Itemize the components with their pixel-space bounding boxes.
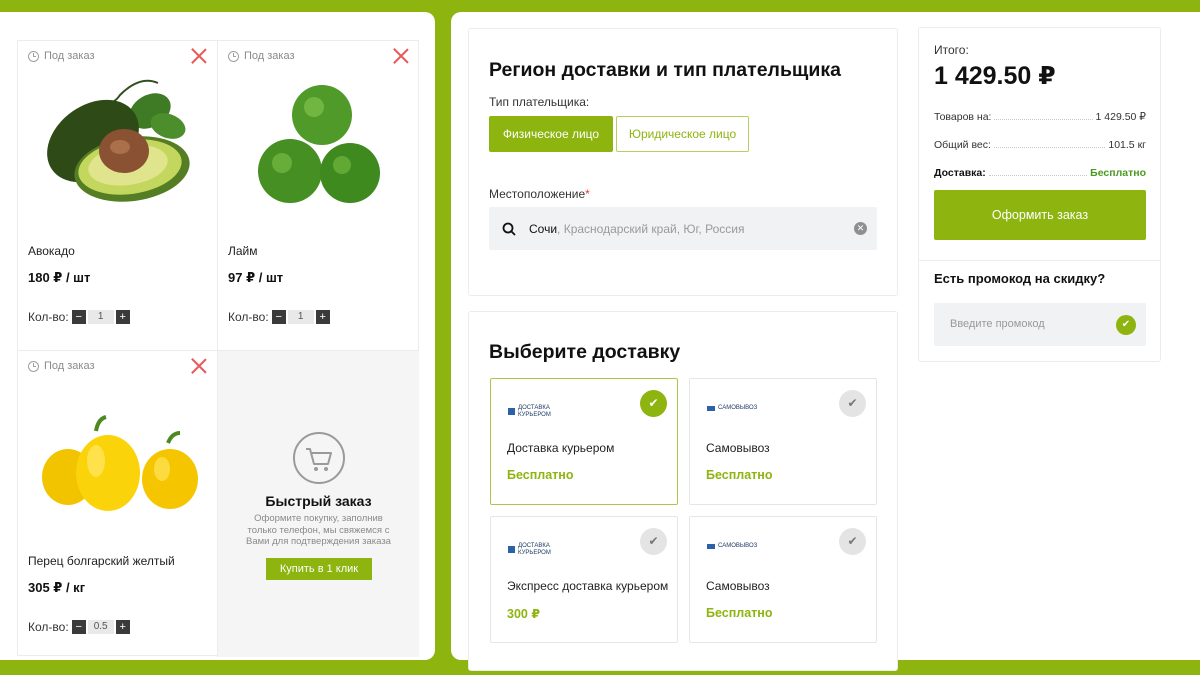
payer-individual-button[interactable]: Физическое лицо xyxy=(489,116,613,152)
promo-code-input[interactable]: Введите промокод ✔ xyxy=(934,303,1146,346)
quick-order-title: Быстрый заказ xyxy=(265,493,372,509)
clear-icon[interactable]: ✕ xyxy=(854,222,867,235)
check-icon[interactable]: ✔ xyxy=(1116,315,1136,335)
location-input[interactable]: Сочи, Краснодарский край, Юг, Россия ✕ xyxy=(489,207,877,250)
delivery-option-price: Бесплатно xyxy=(706,606,773,620)
quantity-stepper: Кол-во: − 1 + xyxy=(228,310,330,324)
qty-minus-button[interactable]: − xyxy=(71,620,86,634)
delivery-option-pickup-2[interactable]: САМОВЫВОЗ ✔ Самовывоз Бесплатно xyxy=(689,516,877,643)
qty-input[interactable]: 1 xyxy=(287,310,314,324)
product-price: 180 ₽ / шт xyxy=(28,270,91,285)
cart-item: Под заказ Перец болгарский желтый 305 ₽ … xyxy=(18,351,218,657)
delivery-option-price: Бесплатно xyxy=(706,468,773,482)
product-name: Авокадо xyxy=(28,244,75,258)
delivery-option-pickup[interactable]: САМОВЫВОЗ ✔ Самовывоз Бесплатно xyxy=(689,378,877,505)
clock-icon xyxy=(228,50,239,62)
product-image-avocado xyxy=(47,79,190,202)
summary-row-weight: Общий вес: 101.5 кг xyxy=(934,139,1146,151)
product-name: Перец болгарский желтый xyxy=(28,554,175,568)
quantity-stepper: Кол-во: − 0.5 + xyxy=(28,620,130,634)
qty-minus-button[interactable]: − xyxy=(271,310,286,324)
clock-icon xyxy=(28,360,39,372)
search-icon xyxy=(502,222,516,236)
product-image-lime xyxy=(258,85,380,203)
delivery-title: Выберите доставку xyxy=(489,341,681,363)
location-label: Местоположение* xyxy=(489,187,590,201)
order-summary-card: Итого: 1 429.50 ₽ Товаров на: 1 429.50 ₽ … xyxy=(918,27,1161,362)
check-icon: ✔ xyxy=(640,390,667,417)
product-price: 305 ₽ / кг xyxy=(28,580,86,595)
cart-item: Под заказ Авокадо 180 ₽ / шт Кол-во: − 1 xyxy=(18,41,218,351)
truck-icon xyxy=(707,405,715,411)
box-icon xyxy=(508,408,515,415)
total-label: Итого: xyxy=(934,43,969,57)
box-icon xyxy=(508,546,515,553)
qty-plus-button[interactable]: + xyxy=(115,620,130,634)
pickup-logo: САМОВЫВОЗ xyxy=(707,405,757,412)
product-image-pepper xyxy=(42,415,198,511)
buy-one-click-button[interactable]: Купить в 1 клик xyxy=(266,558,372,580)
delivery-card: Выберите доставку ДОСТАВКА КУРЬЕРОМ ✔ Дос… xyxy=(468,311,898,671)
summary-row-delivery: Доставка: Бесплатно xyxy=(934,167,1146,179)
check-icon: ✔ xyxy=(839,528,866,555)
payer-type-label: Тип плательщика: xyxy=(489,95,590,109)
delivery-option-name: Самовывоз xyxy=(706,441,770,455)
delivery-option-price: Бесплатно xyxy=(507,468,574,482)
region-title: Регион доставки и тип плательщика xyxy=(489,59,841,81)
remove-item-button[interactable] xyxy=(393,48,409,64)
region-card: Регион доставки и тип плательщика Тип пл… xyxy=(468,28,898,296)
clock-icon xyxy=(28,50,39,62)
delivery-option-express-courier[interactable]: ДОСТАВКА КУРЬЕРОМ ✔ Экспресс доставка кур… xyxy=(490,516,678,643)
remove-item-button[interactable] xyxy=(191,358,207,374)
order-tag: Под заказ xyxy=(28,50,95,62)
delivery-option-price: 300 ₽ xyxy=(507,607,541,621)
check-icon: ✔ xyxy=(640,528,667,555)
qty-plus-button[interactable]: + xyxy=(315,310,330,324)
delivery-option-name: Экспресс доставка курьером xyxy=(507,579,669,593)
delivery-option-courier[interactable]: ДОСТАВКА КУРЬЕРОМ ✔ Доставка курьером Бес… xyxy=(490,378,678,505)
quick-order-card: Быстрый заказ Оформите покупку, заполнив… xyxy=(218,351,419,657)
quick-order-description: Оформите покупку, заполнив только телефо… xyxy=(246,513,391,547)
courier-logo: ДОСТАВКА КУРЬЕРОМ xyxy=(508,405,551,418)
total-amount: 1 429.50 ₽ xyxy=(934,62,1056,90)
qty-minus-button[interactable]: − xyxy=(71,310,86,324)
cart-icon xyxy=(293,432,345,484)
cart-item: Под заказ Лайм 97 ₽ / шт Кол-во: − 1 + xyxy=(218,41,419,351)
summary-row-goods: Товаров на: 1 429.50 ₽ xyxy=(934,111,1146,123)
quantity-stepper: Кол-во: − 1 + xyxy=(28,310,130,324)
courier-logo: ДОСТАВКА КУРЬЕРОМ xyxy=(508,543,551,556)
delivery-option-name: Доставка курьером xyxy=(507,441,615,455)
order-tag: Под заказ xyxy=(28,360,95,372)
cart-items-grid: Под заказ Авокадо 180 ₽ / шт Кол-во: − 1 xyxy=(17,40,419,657)
divider xyxy=(919,260,1160,261)
remove-item-button[interactable] xyxy=(191,48,207,64)
qty-input[interactable]: 1 xyxy=(87,310,114,324)
payer-legal-button[interactable]: Юридическое лицо xyxy=(616,116,749,152)
order-tag: Под заказ xyxy=(228,50,295,62)
checkout-panel: Регион доставки и тип плательщика Тип пл… xyxy=(451,12,1200,671)
qty-plus-button[interactable]: + xyxy=(115,310,130,324)
product-name: Лайм xyxy=(228,244,258,258)
delivery-option-name: Самовывоз xyxy=(706,579,770,593)
promo-title: Есть промокод на скидку? xyxy=(934,271,1106,286)
product-price: 97 ₽ / шт xyxy=(228,270,284,285)
pickup-logo: САМОВЫВОЗ xyxy=(707,543,757,550)
checkout-button[interactable]: Оформить заказ xyxy=(934,190,1146,240)
truck-icon xyxy=(707,543,715,549)
cart-items-panel: Под заказ Авокадо 180 ₽ / шт Кол-во: − 1 xyxy=(0,12,435,660)
qty-input[interactable]: 0.5 xyxy=(87,620,114,634)
check-icon: ✔ xyxy=(839,390,866,417)
